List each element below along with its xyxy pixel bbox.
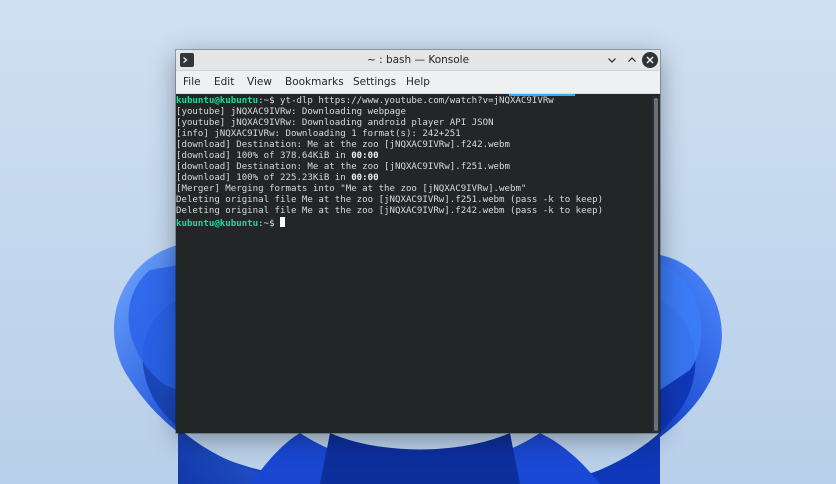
menu-file[interactable]: File (183, 71, 201, 93)
menu-edit[interactable]: Edit (214, 71, 234, 93)
command-line: kubuntu@kubuntu:~$ yt-dlp https://www.yo… (176, 96, 554, 107)
progress-time: 00:00 (351, 173, 379, 183)
konsole-window[interactable]: ~ : bash — Konsole File Edit View Bookma… (176, 50, 660, 433)
prompt-user: kubuntu@kubuntu (176, 219, 259, 229)
output-line: [info] jNQXAC9IVRw: Downloading 1 format… (176, 129, 461, 139)
progress-time: 00:00 (351, 151, 379, 161)
progress-text: [download] 100% of 378.64KiB in (176, 151, 352, 161)
scrollbar-thumb[interactable] (654, 98, 658, 431)
prompt-suffix: :~$ (258, 96, 281, 106)
output-line: [youtube] jNQXAC9IVRw: Downloading andro… (176, 118, 494, 128)
command-text: yt-dlp https://www.youtube.com/watch?v=j… (280, 96, 554, 106)
close-button[interactable] (642, 52, 658, 68)
active-prompt-line: kubuntu@kubuntu:~$ (176, 217, 286, 229)
output-line: [download] Destination: Me at the zoo [j… (176, 140, 510, 150)
output-line: [youtube] jNQXAC9IVRw: Downloading webpa… (176, 107, 406, 117)
close-icon (646, 56, 654, 64)
scrollbar[interactable] (652, 96, 660, 433)
bloom-petal (320, 433, 520, 484)
minimize-button[interactable] (604, 52, 620, 68)
output-line: Deleting original file Me at the zoo [jN… (176, 195, 604, 205)
maximize-button[interactable] (624, 52, 640, 68)
menu-help[interactable]: Help (406, 71, 430, 93)
prompt-user: kubuntu@kubuntu (176, 96, 259, 106)
progress-line: [download] 100% of 378.64KiB in 00:00 (176, 151, 379, 162)
output-line: [download] Destination: Me at the zoo [j… (176, 162, 510, 172)
progress-line: [download] 100% of 225.23KiB in 00:00 (176, 173, 379, 184)
title-bar[interactable]: ~ : bash — Konsole (176, 50, 660, 71)
menu-view[interactable]: View (247, 71, 272, 93)
window-title: ~ : bash — Konsole (366, 54, 470, 66)
output-line: [Merger] Merging formats into "Me at the… (176, 184, 527, 194)
chevron-up-icon (628, 57, 636, 62)
progress-text: [download] 100% of 225.23KiB in (176, 173, 352, 183)
chevron-down-icon (608, 58, 616, 63)
output-line: Deleting original file Me at the zoo [jN… (176, 206, 604, 216)
terminal-output[interactable]: kubuntu@kubuntu:~$ yt-dlp https://www.yo… (176, 96, 652, 433)
menu-settings[interactable]: Settings (353, 71, 396, 93)
prompt-suffix: :~$ (258, 219, 281, 229)
menu-bar: File Edit View Bookmarks Settings Help (176, 71, 660, 94)
text-cursor (280, 217, 286, 227)
menu-bookmarks[interactable]: Bookmarks (285, 71, 344, 93)
